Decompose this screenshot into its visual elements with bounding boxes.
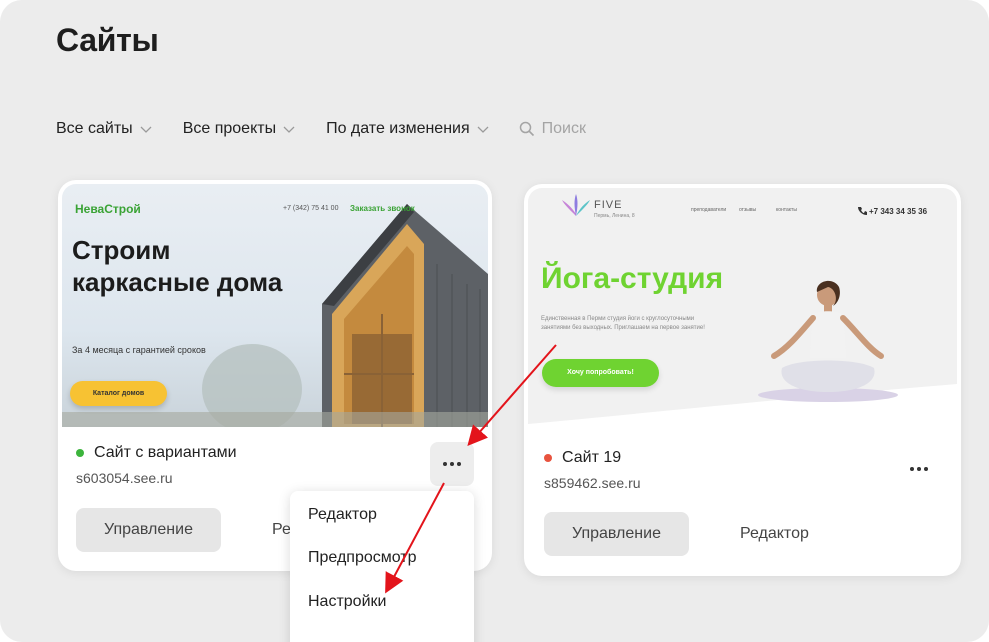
sort-dropdown[interactable]: По дате изменения xyxy=(326,120,490,138)
preview-catalog-button: Каталог домов xyxy=(70,381,167,406)
filters-bar: Все сайты Все проекты По дате изменения … xyxy=(56,118,586,140)
site-name: Сайт 19 xyxy=(562,449,622,466)
preview-nav-item: отзывы xyxy=(739,207,757,213)
more-dot xyxy=(924,467,928,471)
editor-button[interactable]: Редактор xyxy=(740,525,809,543)
chevron-down-icon xyxy=(140,126,152,133)
preview-call-link: Заказать звонок xyxy=(350,204,415,213)
site-status: Сайт с вариантами xyxy=(76,444,237,462)
preview-try-button: Хочу попробовать! xyxy=(542,359,659,387)
chevron-down-icon xyxy=(477,126,489,133)
more-dot xyxy=(443,462,447,466)
site-domain: s603054.see.ru xyxy=(76,470,173,486)
preview-nav-item: контакты xyxy=(776,207,797,213)
site-name: Сайт с вариантами xyxy=(94,444,237,461)
preview-phone: +7 343 34 35 36 xyxy=(869,207,928,216)
preview-illustration xyxy=(528,194,957,428)
preview-brand-sub: Пермь, Ленина, 8 xyxy=(594,213,635,219)
preview-brand: НеваСтрой xyxy=(75,202,141,216)
preview-headline: Строим каркасные дома xyxy=(72,235,283,297)
more-options-button[interactable] xyxy=(430,442,474,486)
more-dot xyxy=(457,462,461,466)
menu-item-editor[interactable]: Редактор xyxy=(308,506,377,524)
more-dot xyxy=(450,462,454,466)
filter-all-sites-label: Все сайты xyxy=(56,120,133,137)
preview-nav-item: преподаватели xyxy=(691,207,727,213)
filter-all-projects-label: Все проекты xyxy=(182,120,277,137)
menu-item-preview[interactable]: Предпросмотр xyxy=(308,549,417,567)
preview-phone: +7 (342) 75 41 00 xyxy=(283,205,339,212)
menu-item-settings[interactable]: Настройки xyxy=(308,593,386,611)
preview-headline: Йога-студия xyxy=(541,262,724,295)
site-preview-1[interactable]: НеваСтрой +7 (342) 75 41 00 Заказать зво… xyxy=(62,184,488,427)
page-title: Сайты xyxy=(56,22,159,58)
editor-button[interactable]: Ре xyxy=(272,521,291,539)
preview-description: Единственная в Перми студия йоги с кругл… xyxy=(541,316,705,331)
manage-button[interactable]: Управление xyxy=(76,508,221,552)
site-card-2[interactable]: FIVE Пермь, Ленина, 8 преподаватели отзы… xyxy=(524,184,961,576)
search-icon xyxy=(519,121,534,137)
filter-all-projects[interactable]: Все проекты xyxy=(183,120,296,138)
manage-button[interactable]: Управление xyxy=(544,512,689,556)
site-status: Сайт 19 xyxy=(544,449,621,467)
site-domain: s859462.see.ru xyxy=(544,475,641,491)
phone-icon xyxy=(858,207,867,215)
search-input[interactable]: Поиск xyxy=(518,120,586,138)
filter-all-sites[interactable]: Все сайты xyxy=(56,120,153,138)
sites-panel: Сайты Все сайты Все проекты По дате изме… xyxy=(0,0,989,642)
preview-subtitle: За 4 месяца с гарантией сроков xyxy=(72,345,206,355)
status-dot xyxy=(76,449,84,457)
preview-brand: FIVE xyxy=(594,199,623,211)
more-options-button[interactable] xyxy=(897,447,941,491)
status-dot xyxy=(544,454,552,462)
search-placeholder: Поиск xyxy=(541,120,586,137)
sort-label: По дате изменения xyxy=(326,120,470,137)
more-dot xyxy=(917,467,921,471)
site-preview-2[interactable]: FIVE Пермь, Ленина, 8 преподаватели отзы… xyxy=(528,188,957,428)
chevron-down-icon xyxy=(283,126,295,133)
context-menu: Редактор Предпросмотр Настройки xyxy=(290,491,474,642)
more-dot xyxy=(910,467,914,471)
